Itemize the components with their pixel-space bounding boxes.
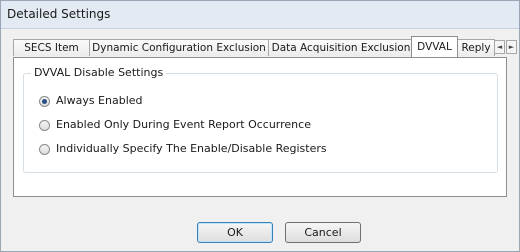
option-label: Always Enabled xyxy=(56,94,143,107)
detailed-settings-dialog: Detailed Settings SECS Item Dynamic Conf… xyxy=(0,0,520,252)
option-enabled-during-event-report[interactable]: Enabled Only During Event Report Occurre… xyxy=(39,118,311,132)
ok-button[interactable]: OK xyxy=(197,222,273,243)
tab-scroll-buttons: ◄ ► xyxy=(494,40,518,55)
option-always-enabled[interactable]: Always Enabled xyxy=(39,94,143,108)
cancel-button[interactable]: Cancel xyxy=(285,222,361,243)
radio-selected-icon[interactable] xyxy=(39,95,50,107)
arrow-right-icon[interactable]: ► xyxy=(506,40,517,54)
tab-reply[interactable]: Reply xyxy=(457,39,495,56)
dialog-title: Detailed Settings xyxy=(7,7,111,21)
radio-unselected-icon[interactable] xyxy=(39,119,50,131)
group-title: DVVAL Disable Settings xyxy=(31,66,167,79)
title-bar: Detailed Settings xyxy=(1,1,519,29)
tab-dvval[interactable]: DVVAL xyxy=(411,36,458,57)
option-individually-specify-registers[interactable]: Individually Specify The Enable/Disable … xyxy=(39,142,327,156)
tab-dynamic-configuration-exclusion[interactable]: Dynamic Configuration Exclusion xyxy=(89,39,269,56)
tab-data-acquisition-exclusion[interactable]: Data Acquisition Exclusion xyxy=(268,39,414,56)
option-label: Enabled Only During Event Report Occurre… xyxy=(56,118,311,131)
option-label: Individually Specify The Enable/Disable … xyxy=(56,142,327,155)
tab-strip: SECS Item Dynamic Configuration Exclusio… xyxy=(13,36,517,57)
tab-panel-dvval: DVVAL Disable Settings Always Enabled En… xyxy=(13,57,507,197)
radio-unselected-icon[interactable] xyxy=(39,143,50,155)
arrow-left-icon[interactable]: ◄ xyxy=(494,40,505,54)
tab-secs-item[interactable]: SECS Item xyxy=(13,39,90,56)
dvval-disable-settings-group: DVVAL Disable Settings Always Enabled En… xyxy=(23,66,498,173)
